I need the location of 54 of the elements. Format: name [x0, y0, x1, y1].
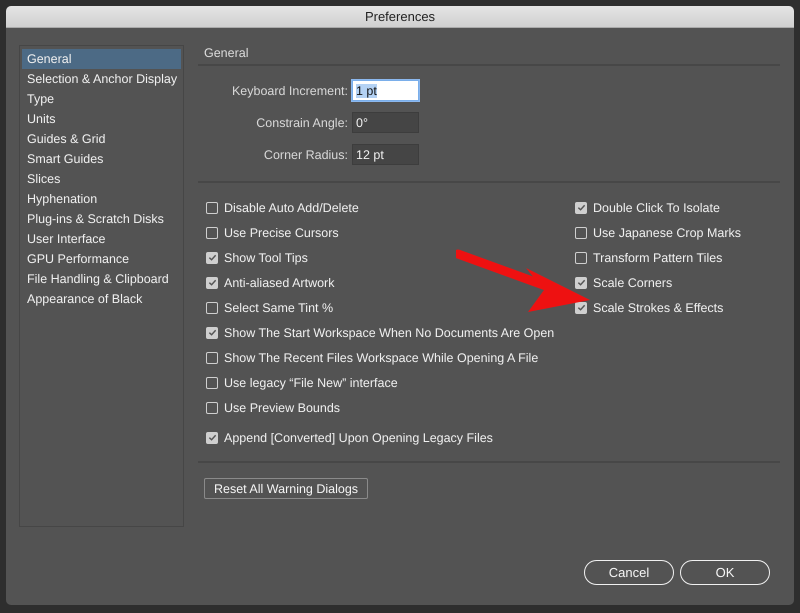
checkbox[interactable]	[575, 276, 587, 288]
sidebar-item[interactable]: Plug-ins & Scratch Disks	[22, 209, 181, 229]
checkbox[interactable]	[206, 376, 218, 388]
checkbox-label: Use Japanese Crop Marks	[593, 226, 741, 240]
checkbox[interactable]	[206, 252, 218, 264]
sidebar-item[interactable]: Guides & Grid	[22, 129, 181, 149]
section-title: General	[198, 45, 780, 66]
checkbox-label: Select Same Tint %	[224, 300, 334, 314]
checkbox-label: Append [Converted] Upon Opening Legacy Files	[224, 430, 493, 444]
sidebar-item[interactable]: File Handling & Clipboard	[22, 269, 181, 289]
checkbox-label: Scale Strokes & Effects	[593, 300, 724, 314]
dialog-button[interactable]: OK	[680, 560, 770, 585]
input-field[interactable]: 12 pt	[352, 144, 419, 165]
sidebar-item[interactable]: Type	[22, 89, 181, 109]
checkbox[interactable]	[206, 352, 218, 364]
checkbox[interactable]	[206, 402, 218, 414]
checkbox-label: Scale Corners	[593, 276, 672, 290]
checkbox-label: Use Precise Cursors	[224, 226, 339, 240]
checkbox[interactable]	[206, 202, 218, 214]
checkbox-label: Use Preview Bounds	[224, 400, 340, 414]
sidebar-item[interactable]: Smart Guides	[22, 149, 181, 169]
field-label: Constrain Angle:	[255, 116, 349, 130]
dialog-button[interactable]: Cancel	[584, 560, 674, 585]
checkbox[interactable]	[206, 226, 218, 238]
reset-warnings-button[interactable]: Reset All Warning Dialogs	[204, 478, 368, 499]
checkbox[interactable]	[206, 276, 218, 288]
checkbox-label: Double Click To Isolate	[593, 200, 720, 214]
checkbox-label: Use legacy “File New” interface	[224, 376, 398, 390]
checkbox-label: Show The Recent Files Workspace While Opening A File	[224, 350, 538, 364]
window-title: Preferences	[364, 9, 436, 24]
sidebar-item[interactable]: Units	[22, 109, 181, 129]
checkbox-label: Show Tool Tips	[224, 250, 308, 264]
sidebar-item[interactable]: General	[22, 49, 181, 69]
sidebar-item[interactable]: GPU Performance	[22, 249, 181, 269]
field-label: Corner Radius:	[262, 148, 349, 162]
sidebar-item[interactable]: User Interface	[22, 229, 181, 249]
field-label: Keyboard Increment:	[230, 84, 349, 98]
sidebar-item[interactable]: Slices	[22, 169, 181, 189]
checkbox[interactable]	[575, 252, 587, 264]
checkbox[interactable]	[206, 432, 218, 444]
sidebar-item[interactable]: Appearance of Black	[22, 289, 181, 309]
input-field[interactable]: 1 pt	[352, 80, 419, 101]
checkbox[interactable]	[206, 326, 218, 338]
checkbox-label: Show The Start Workspace When No Documents Are Open	[224, 326, 554, 340]
sidebar-item[interactable]: Hyphenation	[22, 189, 181, 209]
checkbox-label: Disable Auto Add/Delete	[224, 200, 359, 214]
checkbox-label: Transform Pattern Tiles	[593, 250, 722, 264]
checkbox-label: Anti-aliased Artwork	[224, 276, 334, 290]
input-field[interactable]: 0°	[352, 112, 419, 133]
checkbox[interactable]	[575, 302, 587, 314]
sidebar-item[interactable]: Selection & Anchor Display	[22, 69, 181, 89]
checkbox[interactable]	[575, 226, 587, 238]
checkbox[interactable]	[575, 202, 587, 214]
checkbox[interactable]	[206, 302, 218, 314]
